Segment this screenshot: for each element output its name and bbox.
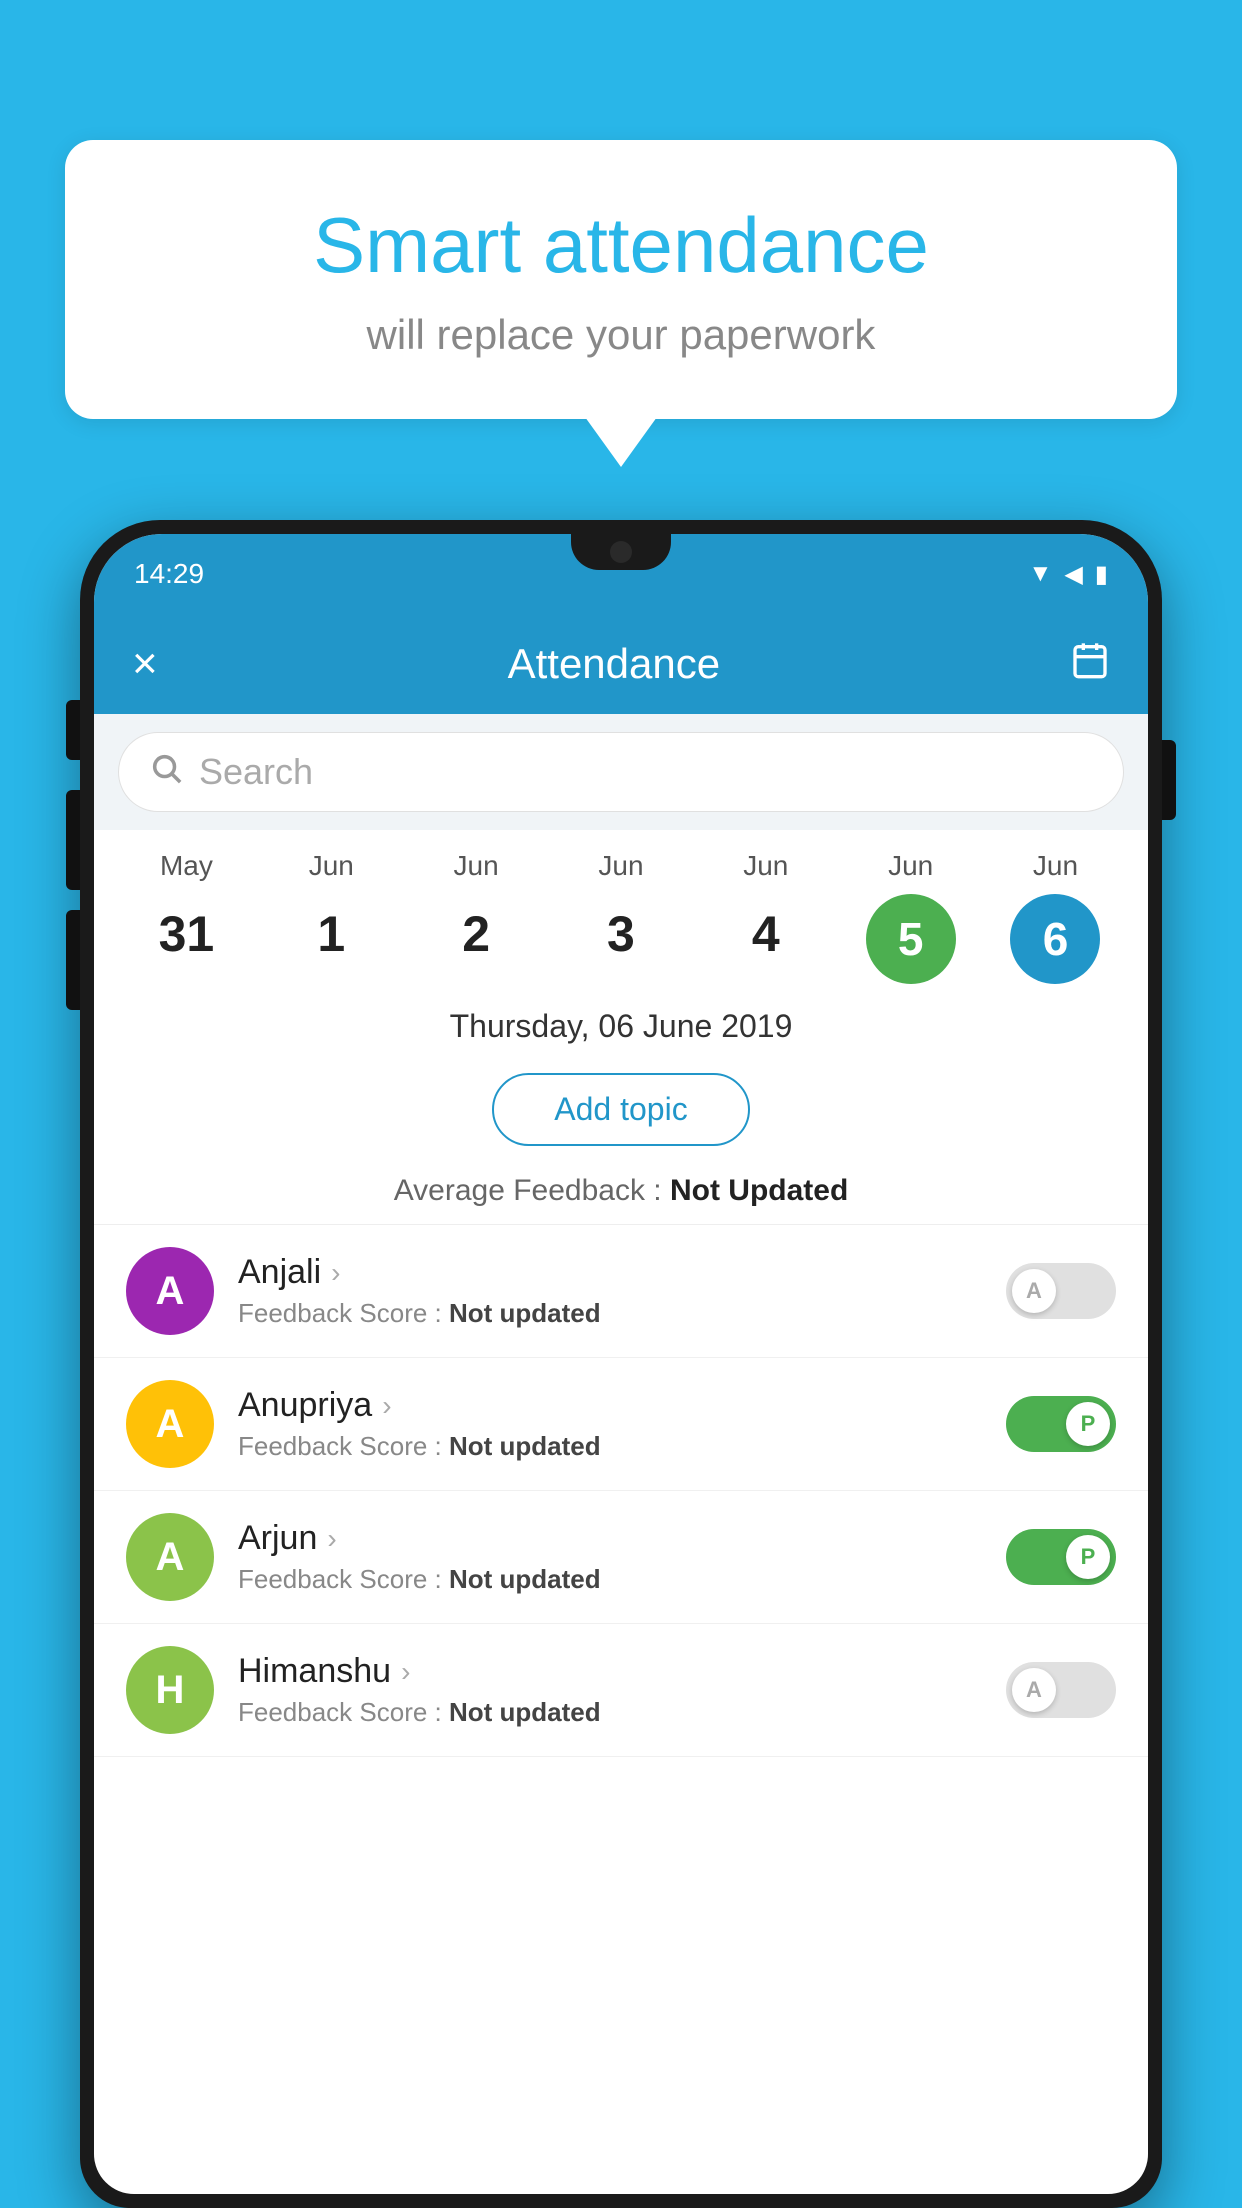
toggle-knob: P bbox=[1066, 1402, 1110, 1446]
attendance-toggle[interactable]: A bbox=[1006, 1662, 1116, 1718]
student-info: Anupriya › Feedback Score : Not updated bbox=[238, 1386, 982, 1462]
toggle-knob: A bbox=[1012, 1668, 1056, 1712]
student-score: Feedback Score : Not updated bbox=[238, 1697, 982, 1728]
calendar-day-jun6[interactable]: Jun 6 bbox=[995, 850, 1115, 984]
student-name: Anjali › bbox=[238, 1253, 982, 1292]
avg-feedback-value: Not Updated bbox=[670, 1174, 848, 1207]
student-name: Anupriya › bbox=[238, 1386, 982, 1425]
toggle-knob: P bbox=[1066, 1535, 1110, 1579]
student-item[interactable]: A Anupriya › Feedback Score : Not update… bbox=[94, 1358, 1148, 1491]
battery-icon: ▮ bbox=[1095, 560, 1108, 589]
search-container: Search bbox=[94, 714, 1148, 830]
student-info: Arjun › Feedback Score : Not updated bbox=[238, 1519, 982, 1595]
selected-date: Thursday, 06 June 2019 bbox=[94, 984, 1148, 1061]
calendar-row: May 31 Jun 1 Jun 2 Jun 3 Jun 4 bbox=[94, 830, 1148, 984]
student-item[interactable]: H Himanshu › Feedback Score : Not update… bbox=[94, 1624, 1148, 1757]
calendar-day-jun2[interactable]: Jun 2 bbox=[416, 850, 536, 984]
calendar-day-may31[interactable]: May 31 bbox=[126, 850, 246, 984]
calendar-day-jun5[interactable]: Jun 5 bbox=[851, 850, 971, 984]
app-header: × Attendance bbox=[94, 614, 1148, 714]
toggle-knob: A bbox=[1012, 1269, 1056, 1313]
chevron-right-icon: › bbox=[331, 1257, 340, 1289]
avatar: A bbox=[126, 1380, 214, 1468]
chevron-right-icon: › bbox=[401, 1656, 410, 1688]
student-name: Himanshu › bbox=[238, 1652, 982, 1691]
volume-down-button bbox=[66, 790, 80, 890]
search-icon bbox=[149, 751, 183, 793]
search-placeholder: Search bbox=[199, 751, 313, 793]
speech-bubble-subtitle: will replace your paperwork bbox=[135, 311, 1107, 359]
student-info: Anjali › Feedback Score : Not updated bbox=[238, 1253, 982, 1329]
chevron-right-icon: › bbox=[382, 1390, 391, 1422]
student-score: Feedback Score : Not updated bbox=[238, 1298, 982, 1329]
speech-bubble-container: Smart attendance will replace your paper… bbox=[65, 140, 1177, 467]
calendar-day-jun4[interactable]: Jun 4 bbox=[706, 850, 826, 984]
attendance-toggle[interactable]: A bbox=[1006, 1263, 1116, 1319]
page-title: Attendance bbox=[508, 640, 721, 688]
attendance-toggle[interactable]: P bbox=[1006, 1529, 1116, 1585]
toggle-switch[interactable]: A bbox=[1006, 1662, 1116, 1718]
student-name: Arjun › bbox=[238, 1519, 982, 1558]
phone-frame: 14:29 ▼ ◀ ▮ × Attendance bbox=[80, 520, 1162, 2208]
student-item[interactable]: A Arjun › Feedback Score : Not updated P bbox=[94, 1491, 1148, 1624]
volume-up-button bbox=[66, 700, 80, 760]
speech-bubble-arrow bbox=[585, 417, 657, 467]
notch bbox=[571, 534, 671, 570]
speech-bubble: Smart attendance will replace your paper… bbox=[65, 140, 1177, 419]
avatar: A bbox=[126, 1513, 214, 1601]
power-button bbox=[1162, 740, 1176, 820]
student-item[interactable]: A Anjali › Feedback Score : Not updated … bbox=[94, 1225, 1148, 1358]
student-score: Feedback Score : Not updated bbox=[238, 1431, 982, 1462]
calendar-day-jun1[interactable]: Jun 1 bbox=[271, 850, 391, 984]
student-score: Feedback Score : Not updated bbox=[238, 1564, 982, 1595]
status-icons: ▼ ◀ ▮ bbox=[1029, 560, 1108, 589]
avatar: H bbox=[126, 1646, 214, 1734]
wifi-icon: ▼ bbox=[1029, 560, 1053, 588]
camera bbox=[610, 541, 632, 563]
calendar-icon[interactable] bbox=[1070, 640, 1110, 689]
avg-feedback-label: Average Feedback : bbox=[394, 1174, 670, 1207]
attendance-toggle[interactable]: P bbox=[1006, 1396, 1116, 1452]
status-bar: 14:29 ▼ ◀ ▮ bbox=[94, 534, 1148, 614]
add-topic-button[interactable]: Add topic bbox=[492, 1073, 749, 1146]
calendar-day-jun3[interactable]: Jun 3 bbox=[561, 850, 681, 984]
toggle-switch[interactable]: P bbox=[1006, 1529, 1116, 1585]
avatar: A bbox=[126, 1247, 214, 1335]
silent-button bbox=[66, 910, 80, 1010]
phone-screen: 14:29 ▼ ◀ ▮ × Attendance bbox=[94, 534, 1148, 2194]
chevron-right-icon: › bbox=[327, 1523, 336, 1555]
search-bar[interactable]: Search bbox=[118, 732, 1124, 812]
close-button[interactable]: × bbox=[132, 639, 158, 689]
toggle-switch[interactable]: P bbox=[1006, 1396, 1116, 1452]
status-time: 14:29 bbox=[134, 558, 204, 590]
average-feedback: Average Feedback : Not Updated bbox=[94, 1164, 1148, 1225]
add-topic-container: Add topic bbox=[94, 1061, 1148, 1164]
student-list: A Anjali › Feedback Score : Not updated … bbox=[94, 1225, 1148, 1757]
speech-bubble-title: Smart attendance bbox=[135, 200, 1107, 291]
phone-container: 14:29 ▼ ◀ ▮ × Attendance bbox=[80, 520, 1162, 2208]
toggle-switch[interactable]: A bbox=[1006, 1263, 1116, 1319]
student-info: Himanshu › Feedback Score : Not updated bbox=[238, 1652, 982, 1728]
signal-icon: ◀ bbox=[1064, 560, 1082, 589]
